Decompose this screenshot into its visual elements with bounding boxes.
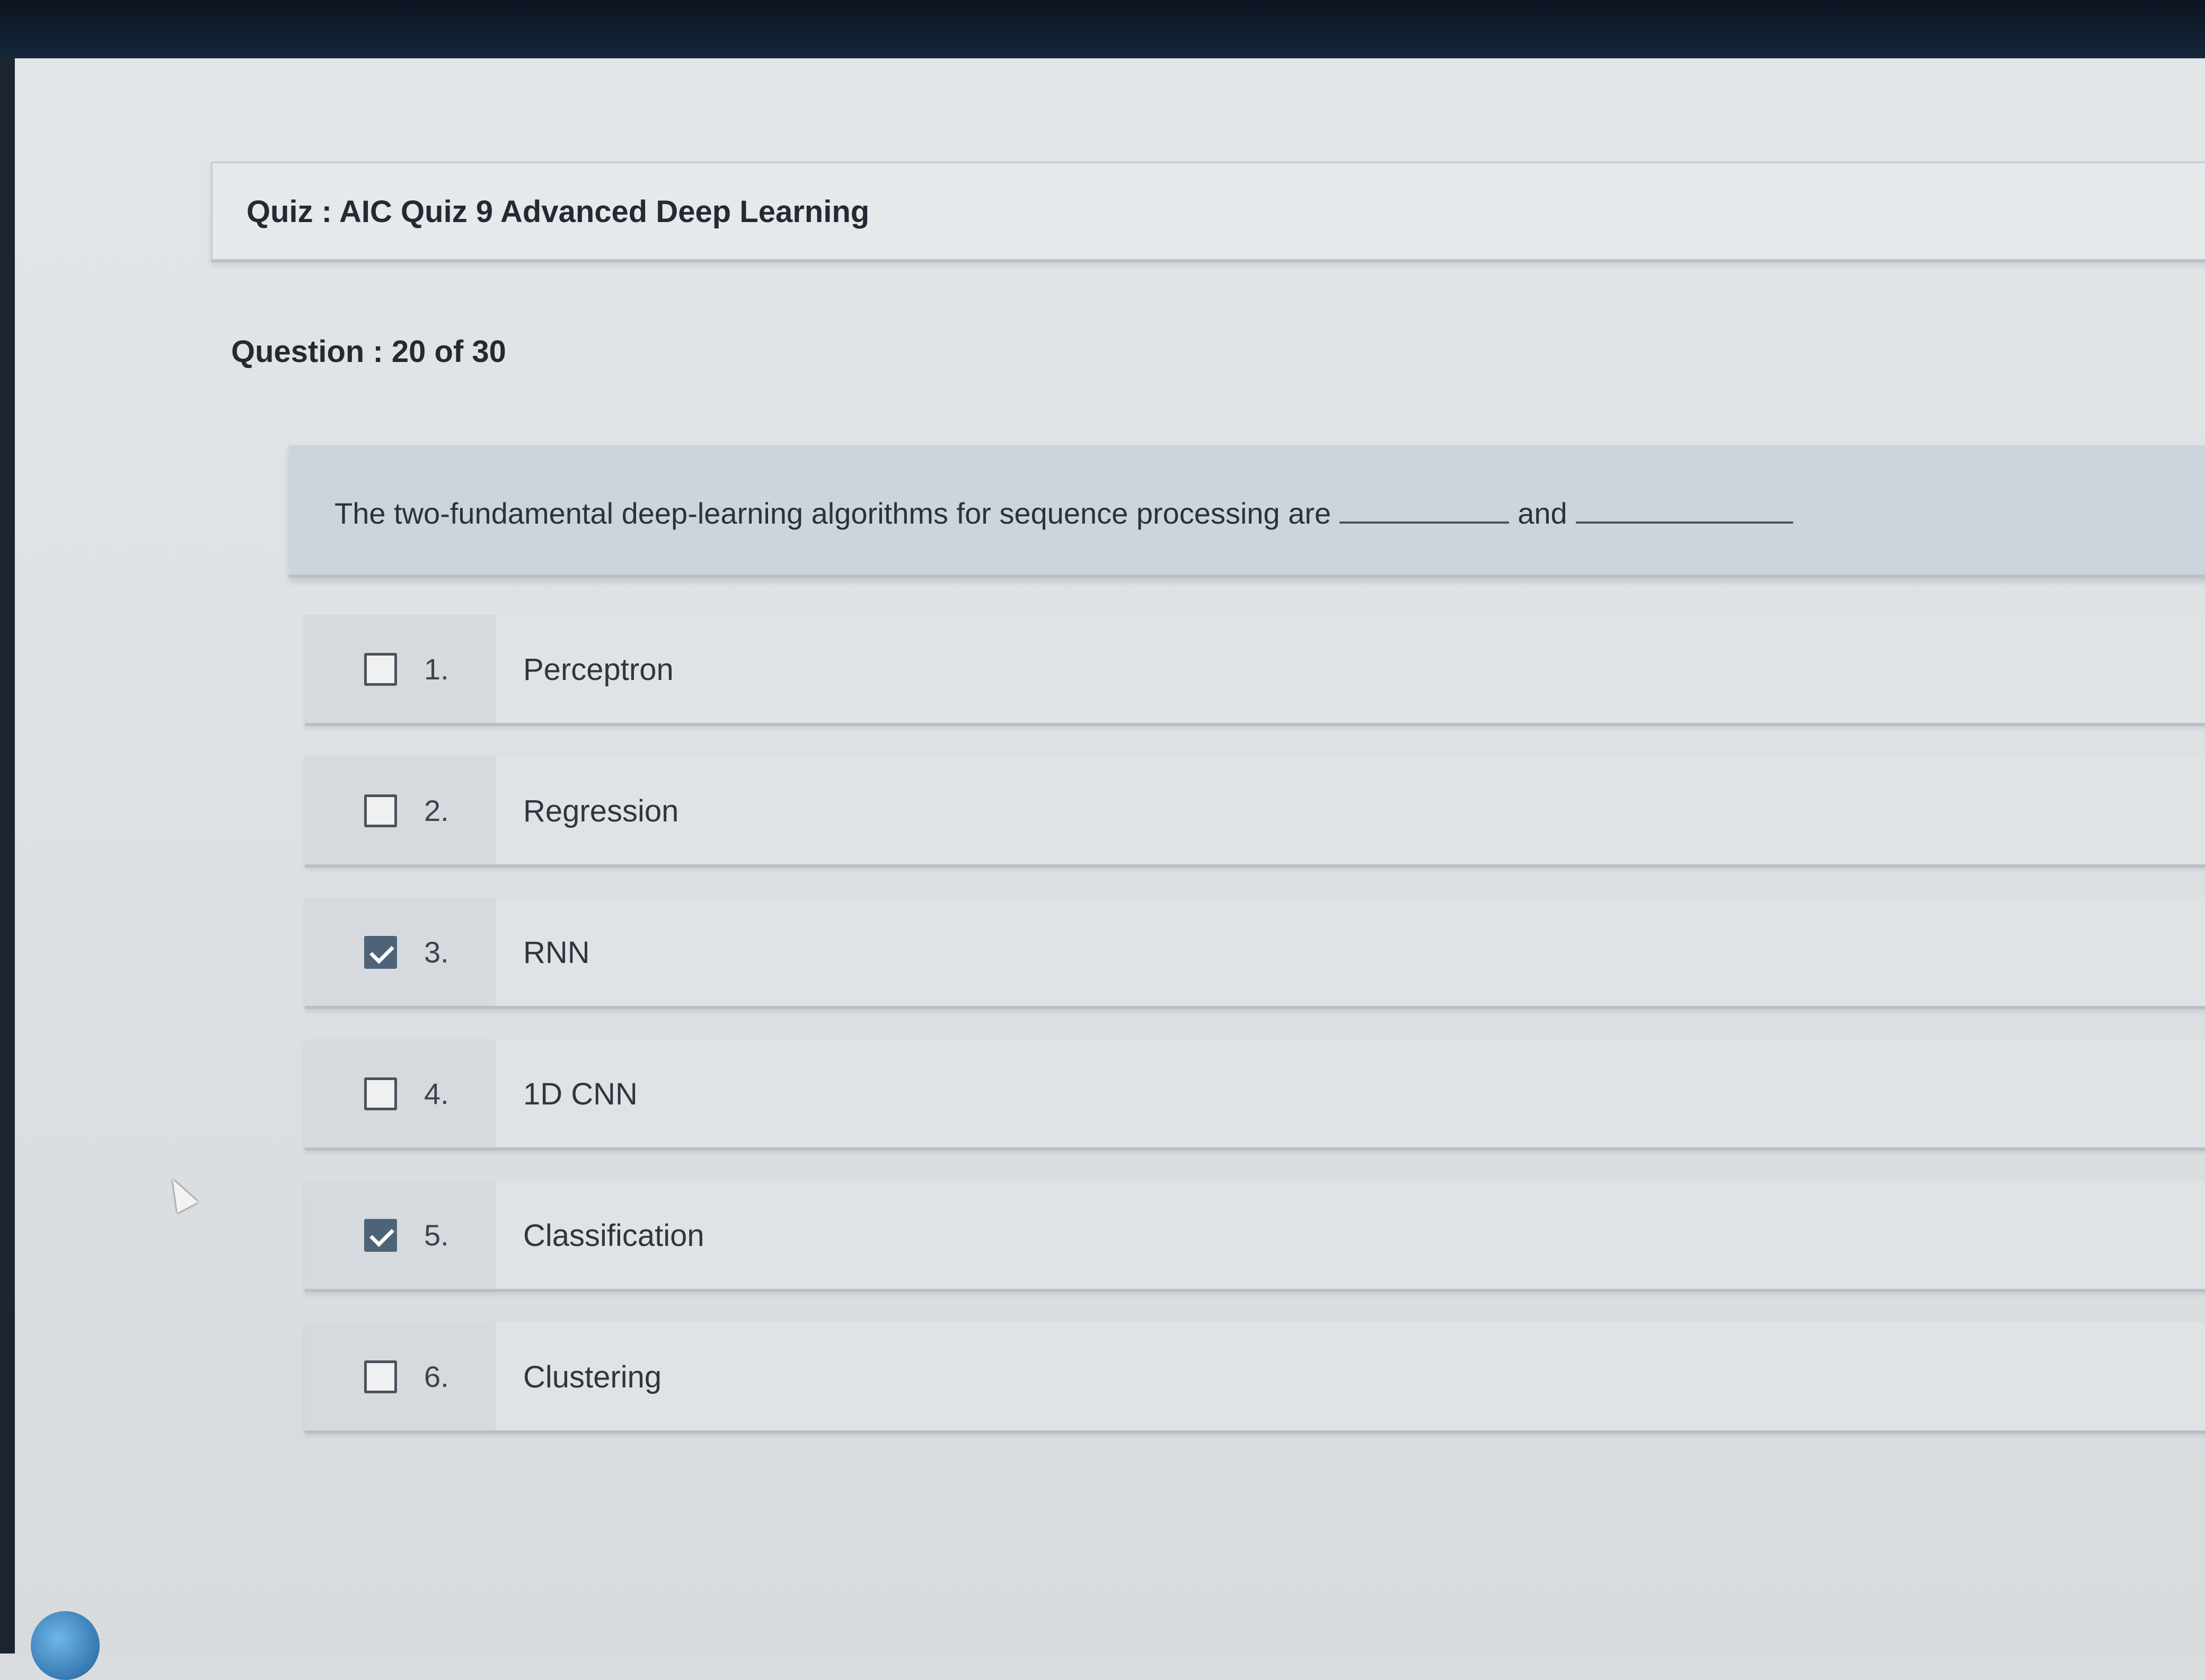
quiz-header: Quiz : AIC Quiz 9 Advanced Deep Learning	[211, 162, 2205, 262]
checkbox-checked[interactable]	[364, 936, 397, 969]
option-row[interactable]: 4. 1D CNN	[305, 1039, 2205, 1151]
option-row[interactable]: 5. Classification	[305, 1181, 2205, 1292]
option-number-cell	[305, 1322, 496, 1430]
quiz-title: Quiz : AIC Quiz 9 Advanced Deep Learning	[246, 194, 870, 229]
checkbox[interactable]	[364, 1360, 397, 1393]
option-row[interactable]: 6. Clustering	[305, 1322, 2205, 1434]
checkbox[interactable]	[364, 794, 397, 827]
option-row[interactable]: 2. Regression	[305, 756, 2205, 868]
option-label: RNN	[523, 935, 590, 970]
checkbox[interactable]	[364, 653, 397, 686]
answer-blank-1	[1339, 496, 1510, 524]
option-number-cell	[305, 898, 496, 1006]
option-label: Perceptron	[523, 652, 674, 687]
option-number: 5.	[424, 1218, 449, 1252]
options-list: 1. Perceptron 2. Regression 3. RNN 4. 1D…	[305, 615, 2205, 1464]
option-number: 6.	[424, 1360, 449, 1393]
screen-bezel-left	[0, 58, 15, 1654]
answer-blank-2	[1575, 496, 1793, 524]
option-label: Clustering	[523, 1360, 662, 1394]
option-number-cell	[305, 1181, 496, 1289]
app-icon[interactable]	[31, 1611, 100, 1680]
question-box: The two-fundamental deep-learning algori…	[289, 445, 2205, 578]
option-label: Regression	[523, 794, 679, 828]
screen-bezel-top	[0, 0, 2205, 58]
option-number: 4.	[424, 1077, 449, 1110]
option-label: Classification	[523, 1218, 704, 1253]
option-number-cell	[305, 615, 496, 723]
option-row[interactable]: 1. Perceptron	[305, 615, 2205, 726]
option-number: 3.	[424, 935, 449, 969]
option-label: 1D CNN	[523, 1077, 638, 1111]
option-number-cell	[305, 1039, 496, 1147]
question-counter: Question : 20 of 30	[231, 334, 506, 369]
checkbox-checked[interactable]	[364, 1219, 397, 1252]
question-text-before: The two-fundamental deep-learning algori…	[334, 497, 1331, 530]
option-number: 2.	[424, 794, 449, 827]
option-number: 1.	[424, 652, 449, 686]
option-number-cell	[305, 756, 496, 864]
checkbox[interactable]	[364, 1077, 397, 1110]
option-row[interactable]: 3. RNN	[305, 898, 2205, 1009]
question-text: The two-fundamental deep-learning algori…	[334, 496, 1793, 530]
question-text-middle: and	[1518, 497, 1567, 530]
